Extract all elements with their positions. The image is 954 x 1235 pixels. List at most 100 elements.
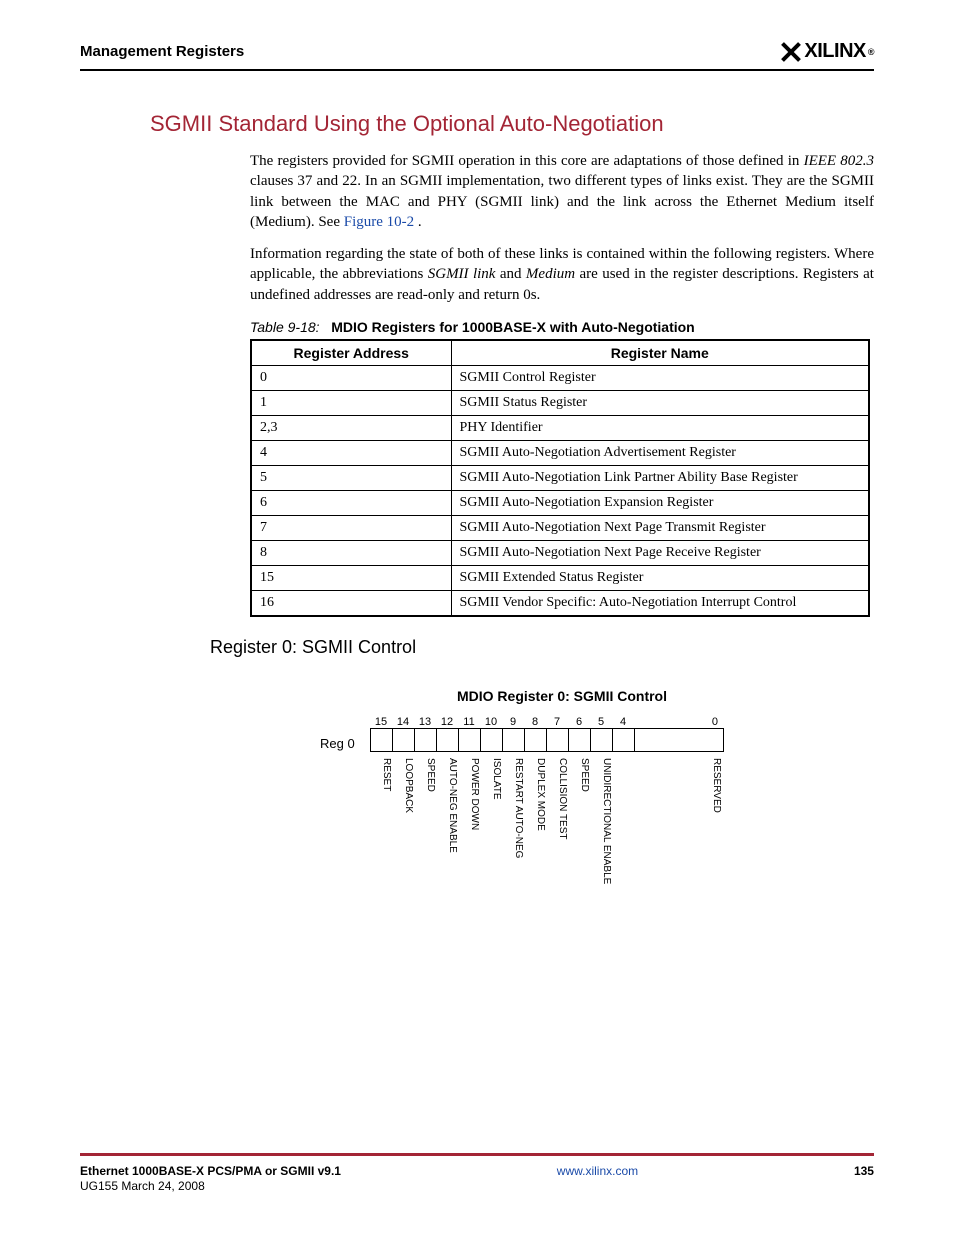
bit-cells bbox=[370, 728, 724, 752]
cell-name: SGMII Extended Status Register bbox=[451, 565, 869, 590]
table-row: 6SGMII Auto-Negotiation Expansion Regist… bbox=[251, 490, 869, 515]
term-medium: Medium bbox=[526, 266, 575, 282]
table-row: 2,3PHY Identifier bbox=[251, 415, 869, 440]
cell-addr: 5 bbox=[251, 465, 451, 490]
table-title: MDIO Registers for 1000BASE-X with Auto-… bbox=[331, 319, 695, 335]
bit-number: 10 bbox=[480, 716, 502, 728]
bit-number: 13 bbox=[414, 716, 436, 728]
cell-name: SGMII Vendor Specific: Auto-Negotiation … bbox=[451, 590, 869, 616]
cell-addr: 16 bbox=[251, 590, 451, 616]
bit-label: SPEED bbox=[414, 754, 436, 954]
bit-label: COLLISION TEST bbox=[546, 754, 568, 954]
bit-number: 0 bbox=[634, 716, 722, 728]
bit-label: UNIDIRECTIONAL ENABLE bbox=[590, 754, 612, 954]
bit-cell bbox=[415, 729, 437, 751]
bit-label: RESTART AUTO-NEG bbox=[502, 754, 524, 954]
bit-number: 9 bbox=[502, 716, 524, 728]
xilinx-logo-icon bbox=[780, 41, 802, 63]
table-number: Table 9-18: bbox=[250, 319, 320, 335]
bit-cell bbox=[547, 729, 569, 751]
bit-number: 12 bbox=[436, 716, 458, 728]
bit-label: LOOPBACK bbox=[392, 754, 414, 954]
bit-cell bbox=[591, 729, 613, 751]
cell-addr: 4 bbox=[251, 440, 451, 465]
table-row: 15SGMII Extended Status Register bbox=[251, 565, 869, 590]
bit-label: POWER DOWN bbox=[458, 754, 480, 954]
table-row: 1SGMII Status Register bbox=[251, 390, 869, 415]
footer-url[interactable]: www.xilinx.com bbox=[557, 1164, 638, 1178]
bit-cell bbox=[393, 729, 415, 751]
text-run: . bbox=[418, 214, 422, 230]
bit-cell bbox=[569, 729, 591, 751]
table-row: 0SGMII Control Register bbox=[251, 365, 869, 390]
bit-cell bbox=[437, 729, 459, 751]
intro-paragraph-2: Information regarding the state of both … bbox=[250, 244, 874, 305]
bit-cell bbox=[525, 729, 547, 751]
bit-cell bbox=[613, 729, 635, 751]
cell-addr: 8 bbox=[251, 540, 451, 565]
subsection-heading: Register 0: SGMII Control bbox=[210, 637, 874, 658]
cell-name: SGMII Auto-Negotiation Next Page Receive… bbox=[451, 540, 869, 565]
col-header-address: Register Address bbox=[251, 340, 451, 366]
table-caption: Table 9-18: MDIO Registers for 1000BASE-… bbox=[250, 319, 874, 335]
cell-addr: 7 bbox=[251, 515, 451, 540]
standard-name: IEEE 802.3 bbox=[804, 153, 874, 169]
footer-left: Ethernet 1000BASE-X PCS/PMA or SGMII v9.… bbox=[80, 1164, 341, 1195]
cell-addr: 0 bbox=[251, 365, 451, 390]
cell-name: SGMII Auto-Negotiation Next Page Transmi… bbox=[451, 515, 869, 540]
bit-label: RESET bbox=[370, 754, 392, 954]
term-sgmii-link: SGMII link bbox=[428, 266, 496, 282]
cell-name: SGMII Auto-Negotiation Link Partner Abil… bbox=[451, 465, 869, 490]
table-row: 4SGMII Auto-Negotiation Advertisement Re… bbox=[251, 440, 869, 465]
bit-label: RESERVED bbox=[634, 754, 722, 954]
bit-number: 11 bbox=[458, 716, 480, 728]
cell-addr: 6 bbox=[251, 490, 451, 515]
registered-trademark-icon: ® bbox=[868, 47, 874, 57]
diagram-title: MDIO Register 0: SGMII Control bbox=[80, 688, 874, 704]
bit-cell bbox=[503, 729, 525, 751]
cell-addr: 1 bbox=[251, 390, 451, 415]
bit-cell bbox=[481, 729, 503, 751]
figure-link[interactable]: Figure 10-2 bbox=[344, 214, 414, 230]
cell-name: SGMII Status Register bbox=[451, 390, 869, 415]
bit-label: AUTO-NEG ENABLE bbox=[436, 754, 458, 954]
page-number: 135 bbox=[854, 1164, 874, 1195]
cell-name: SGMII Auto-Negotiation Advertisement Reg… bbox=[451, 440, 869, 465]
bit-label: SPEED bbox=[568, 754, 590, 954]
bit-number: 4 bbox=[612, 716, 634, 728]
page-footer: Ethernet 1000BASE-X PCS/PMA or SGMII v9.… bbox=[80, 1153, 874, 1195]
section-heading: SGMII Standard Using the Optional Auto-N… bbox=[150, 111, 874, 137]
bit-number: 6 bbox=[568, 716, 590, 728]
xilinx-logo-text: XILINX bbox=[804, 40, 865, 63]
bit-number: 7 bbox=[546, 716, 568, 728]
bit-number: 14 bbox=[392, 716, 414, 728]
table-row: 5SGMII Auto-Negotiation Link Partner Abi… bbox=[251, 465, 869, 490]
text-run: and bbox=[500, 266, 526, 282]
bit-number: 15 bbox=[370, 716, 392, 728]
doc-title: Ethernet 1000BASE-X PCS/PMA or SGMII v9.… bbox=[80, 1164, 341, 1178]
bit-number: 5 bbox=[590, 716, 612, 728]
cell-name: SGMII Control Register bbox=[451, 365, 869, 390]
register-diagram: Reg 0 15 14 13 12 11 10 9 8 7 6 5 4 0 RE… bbox=[370, 716, 870, 954]
register-label: Reg 0 bbox=[320, 736, 355, 751]
table-row: 7SGMII Auto-Negotiation Next Page Transm… bbox=[251, 515, 869, 540]
bit-label: DUPLEX MODE bbox=[524, 754, 546, 954]
intro-paragraph-1: The registers provided for SGMII operati… bbox=[250, 151, 874, 232]
cell-addr: 15 bbox=[251, 565, 451, 590]
bit-cell bbox=[459, 729, 481, 751]
col-header-name: Register Name bbox=[451, 340, 869, 366]
table-row: 8SGMII Auto-Negotiation Next Page Receiv… bbox=[251, 540, 869, 565]
bit-numbers: 15 14 13 12 11 10 9 8 7 6 5 4 0 bbox=[370, 716, 870, 728]
bit-label: ISOLATE bbox=[480, 754, 502, 954]
page-header: Management Registers XILINX ® bbox=[80, 40, 874, 71]
bit-labels: RESET LOOPBACK SPEED AUTO-NEG ENABLE POW… bbox=[370, 754, 870, 954]
xilinx-logo: XILINX ® bbox=[780, 40, 874, 63]
bit-cell-reserved bbox=[635, 729, 723, 751]
bit-label bbox=[612, 754, 634, 954]
footer-url-link[interactable]: www.xilinx.com bbox=[557, 1164, 638, 1178]
bit-cell bbox=[371, 729, 393, 751]
table-row: 16SGMII Vendor Specific: Auto-Negotiatio… bbox=[251, 590, 869, 616]
cell-name: SGMII Auto-Negotiation Expansion Registe… bbox=[451, 490, 869, 515]
header-section-title: Management Registers bbox=[80, 43, 244, 60]
cell-addr: 2,3 bbox=[251, 415, 451, 440]
